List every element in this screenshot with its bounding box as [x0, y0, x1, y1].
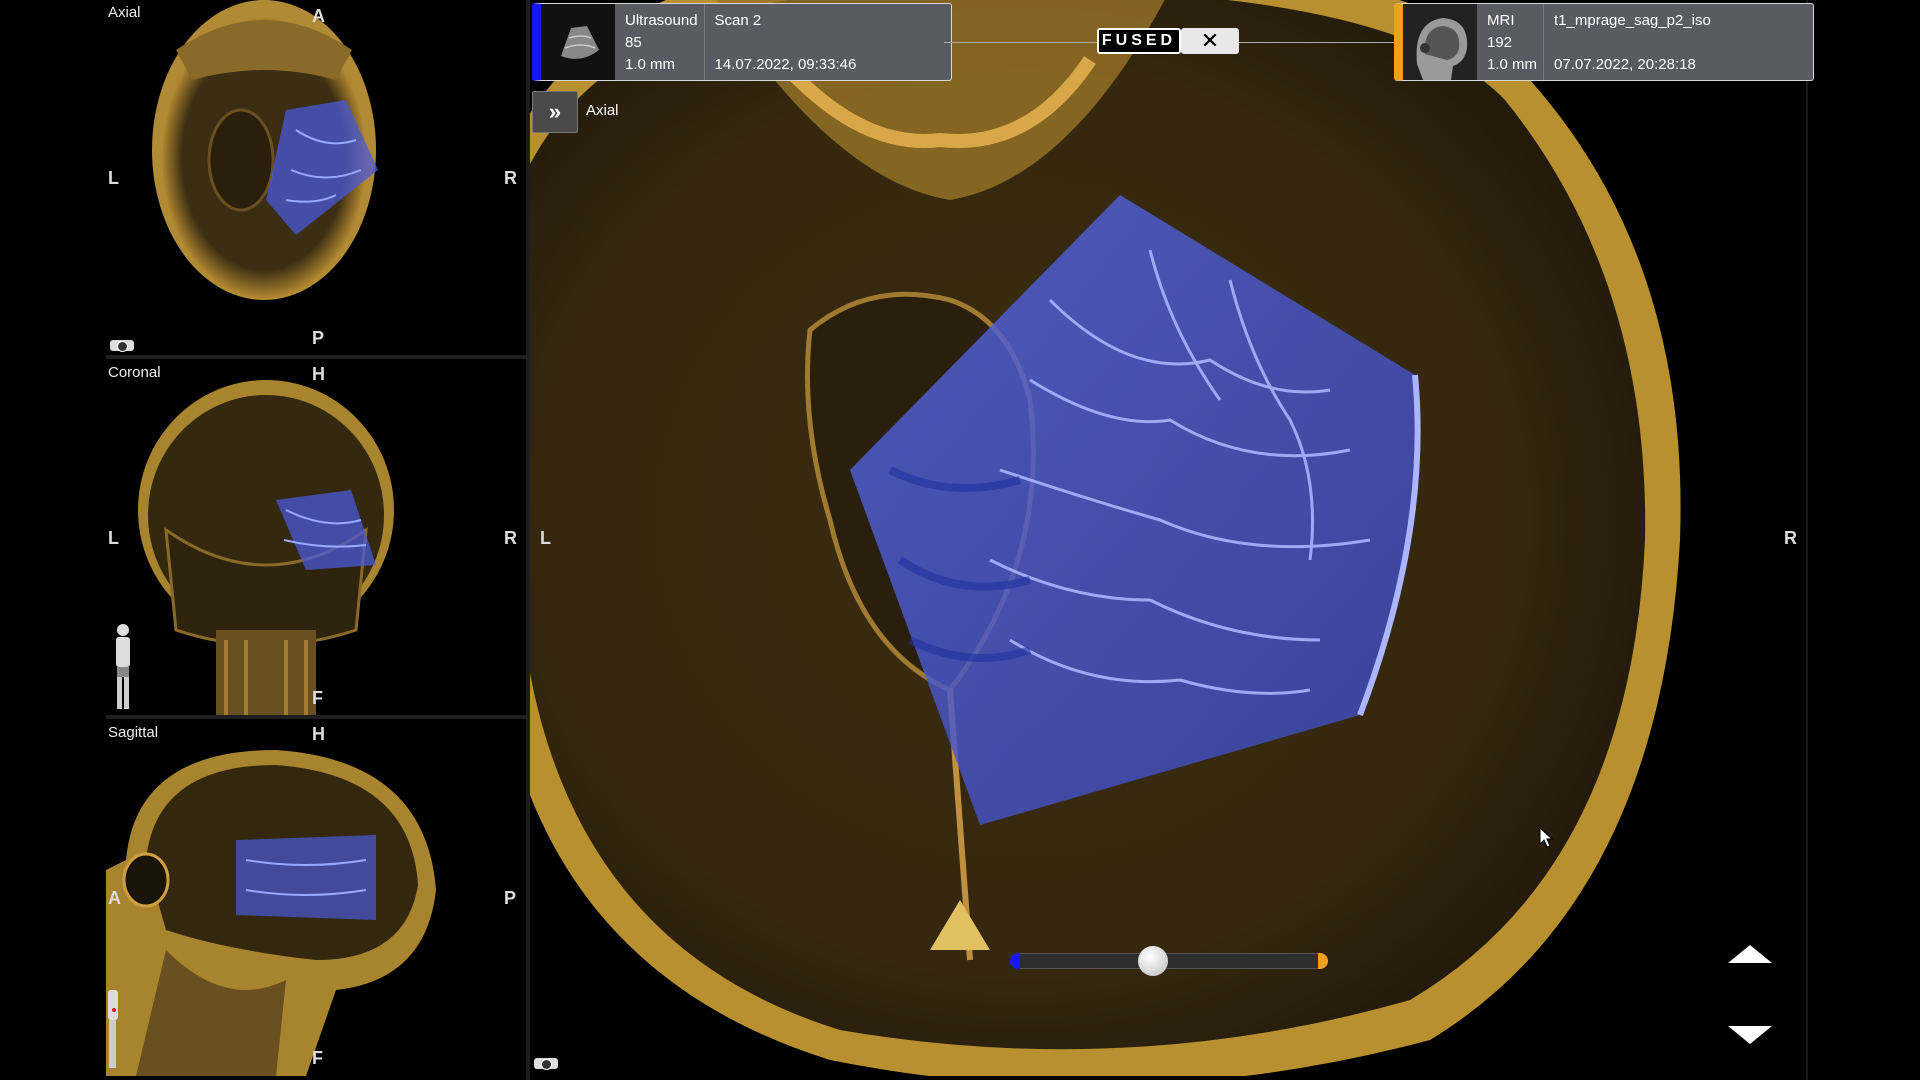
ultrasound-end-marker — [1010, 953, 1020, 969]
camera-icon[interactable] — [108, 336, 136, 352]
axial-viewport[interactable]: Axial A P L R — [106, 0, 526, 355]
ultrasound-thumbnail — [541, 4, 615, 80]
fusion-blend-slider[interactable] — [1010, 946, 1328, 976]
coronal-scan-image — [138, 380, 394, 715]
orientation-top: H — [312, 724, 325, 744]
mri-series-name: t1_mprage_sag_p2_iso — [1554, 12, 1711, 29]
ultrasound-series-name: Scan 2 — [714, 12, 762, 29]
mri-series-card[interactable]: MRI 192 1.0 mm t1_mprage_sag_p2_iso 07.0… — [1394, 3, 1814, 81]
orientation-left: L — [108, 528, 119, 548]
orientation-right: R — [504, 528, 517, 548]
orientation-left: L — [540, 528, 551, 548]
orientation-bottom: F — [312, 1048, 323, 1068]
body-figure-icon — [108, 990, 118, 1068]
expand-panel-button[interactable]: » — [532, 91, 578, 133]
camera-icon[interactable] — [532, 1054, 560, 1070]
viewport-title: Sagittal — [108, 724, 159, 741]
slider-track[interactable] — [1010, 953, 1328, 969]
mri-image-count: 192 — [1487, 34, 1513, 51]
mri-end-marker — [1318, 953, 1328, 969]
ultrasound-modality: Ultrasound — [625, 12, 698, 29]
mri-spacing: 1.0 mm — [1487, 56, 1538, 73]
orientation-left: A — [108, 888, 121, 908]
chevron-down-icon[interactable] — [1728, 1026, 1772, 1044]
main-axial-viewport[interactable]: L R — [530, 0, 1806, 1076]
mri-datetime: 07.07.2022, 20:28:18 — [1554, 56, 1696, 73]
orientation-bottom: F — [312, 688, 323, 708]
orientation-right: R — [1784, 528, 1797, 548]
orientation-right: P — [504, 888, 517, 908]
viewport-divider — [1806, 0, 1808, 1080]
divider — [106, 715, 526, 719]
main-viewport-title: Axial — [586, 102, 619, 119]
viewport-title: Coronal — [108, 364, 161, 381]
fused-badge[interactable]: FUSED — [1097, 28, 1181, 54]
viewport-title: Axial — [108, 4, 141, 21]
ultrasound-datetime: 14.07.2022, 09:33:46 — [714, 56, 857, 73]
orientation-bottom: P — [312, 328, 325, 348]
mri-modality: MRI — [1487, 12, 1515, 29]
axial-scan-image — [152, 0, 378, 300]
close-icon: ✕ — [1200, 28, 1220, 53]
slider-knob[interactable] — [1138, 946, 1169, 976]
ultrasound-image-count: 85 — [625, 34, 642, 51]
double-chevron-right-icon: » — [548, 99, 562, 124]
ultrasound-series-card[interactable]: Ultrasound 85 1.0 mm Scan 2 14.07.2022, … — [532, 3, 952, 81]
orientation-top: A — [312, 6, 325, 26]
mouse-cursor-icon — [1539, 827, 1554, 848]
orientation-left: L — [108, 168, 119, 188]
main-fused-scan-image — [530, 0, 1681, 1076]
coronal-viewport[interactable]: Coronal H F L R — [106, 360, 526, 715]
orientation-top: H — [312, 364, 325, 384]
ultrasound-spacing: 1.0 mm — [625, 56, 676, 73]
body-figure-icon — [116, 624, 130, 709]
divider — [106, 355, 526, 359]
sagittal-viewport[interactable]: Sagittal H F A P — [106, 720, 526, 1076]
sagittal-scan-image — [106, 750, 436, 1076]
orientation-right: R — [504, 168, 517, 188]
close-fusion-button[interactable]: ✕ — [1181, 28, 1239, 54]
mri-thumbnail — [1403, 4, 1477, 80]
chevron-up-icon[interactable] — [1728, 945, 1772, 963]
